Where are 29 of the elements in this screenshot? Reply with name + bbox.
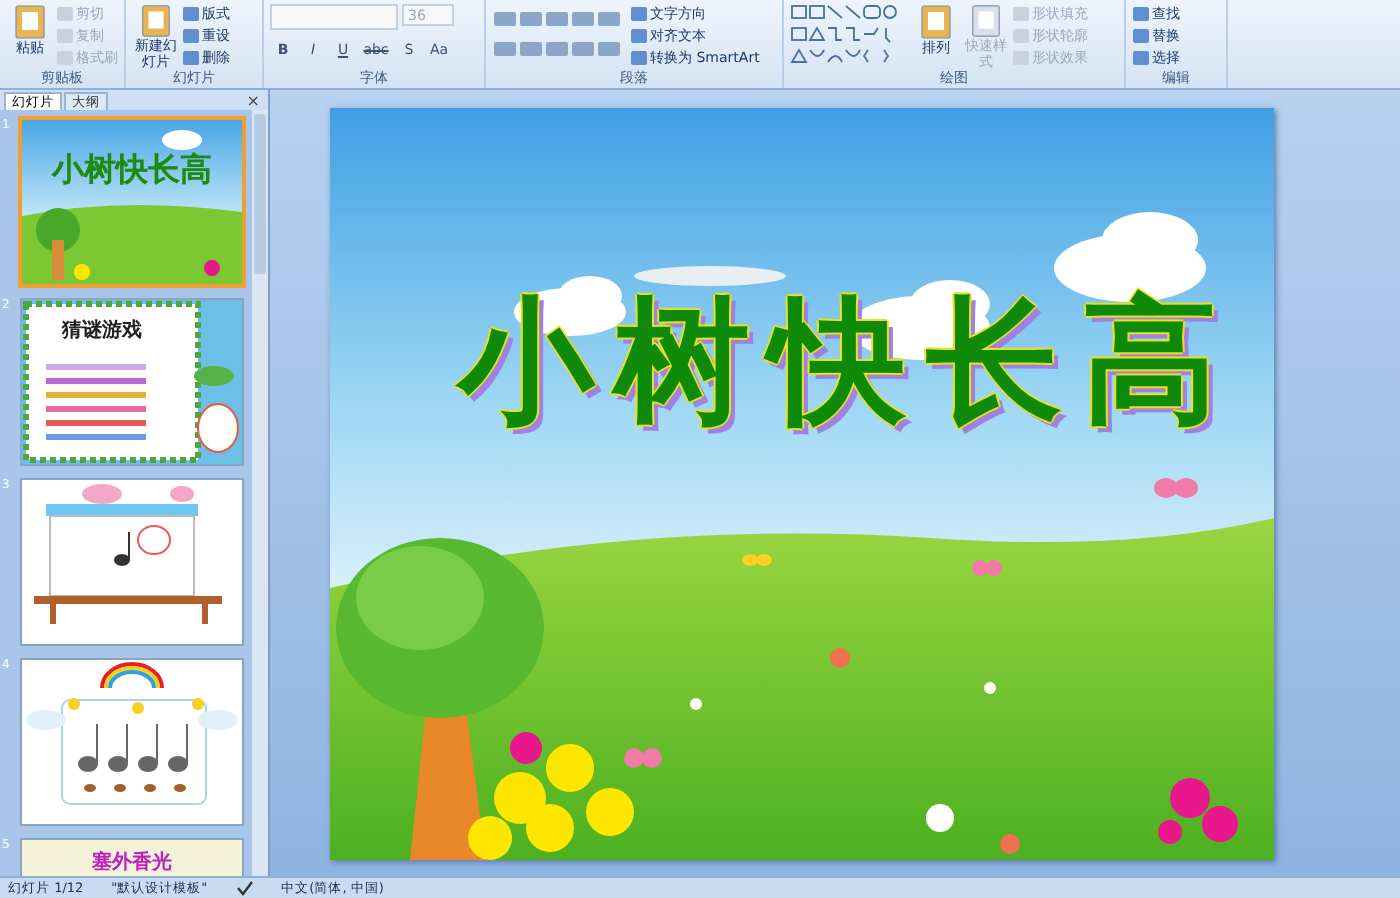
square-icon [182,28,200,44]
document-icon [10,4,50,40]
square-icon [56,50,74,66]
slide-title: 小树快长高 [458,282,1238,446]
square-icon [630,6,648,22]
square-icon [630,50,648,66]
thumbnail-title: 小树快长高 [49,150,214,192]
font-name-field[interactable] [270,4,398,30]
document-icon [966,4,1006,38]
slide-thumbnail[interactable]: 猜谜游戏 [20,298,244,466]
square-icon [1012,6,1030,22]
square-icon [630,28,648,44]
square-icon [1132,6,1150,22]
document-icon [916,4,956,40]
square-icon [1132,50,1150,66]
square-icon [1132,28,1150,44]
square-icon [56,6,74,22]
square-icon [1012,50,1030,66]
document-icon [136,4,176,38]
square-icon [1012,28,1030,44]
square-icon [56,28,74,44]
close-button[interactable]: × [246,92,260,110]
square-icon [182,50,200,66]
slide-thumbnail[interactable]: 塞外香光 [20,838,244,876]
thumbnail-title: 猜谜游戏 [62,317,142,344]
thumbnail-title: 塞外香光 [90,848,174,876]
scrollbar[interactable] [252,110,268,876]
spellcheck-icon[interactable] [235,880,254,896]
square-icon [182,6,200,22]
